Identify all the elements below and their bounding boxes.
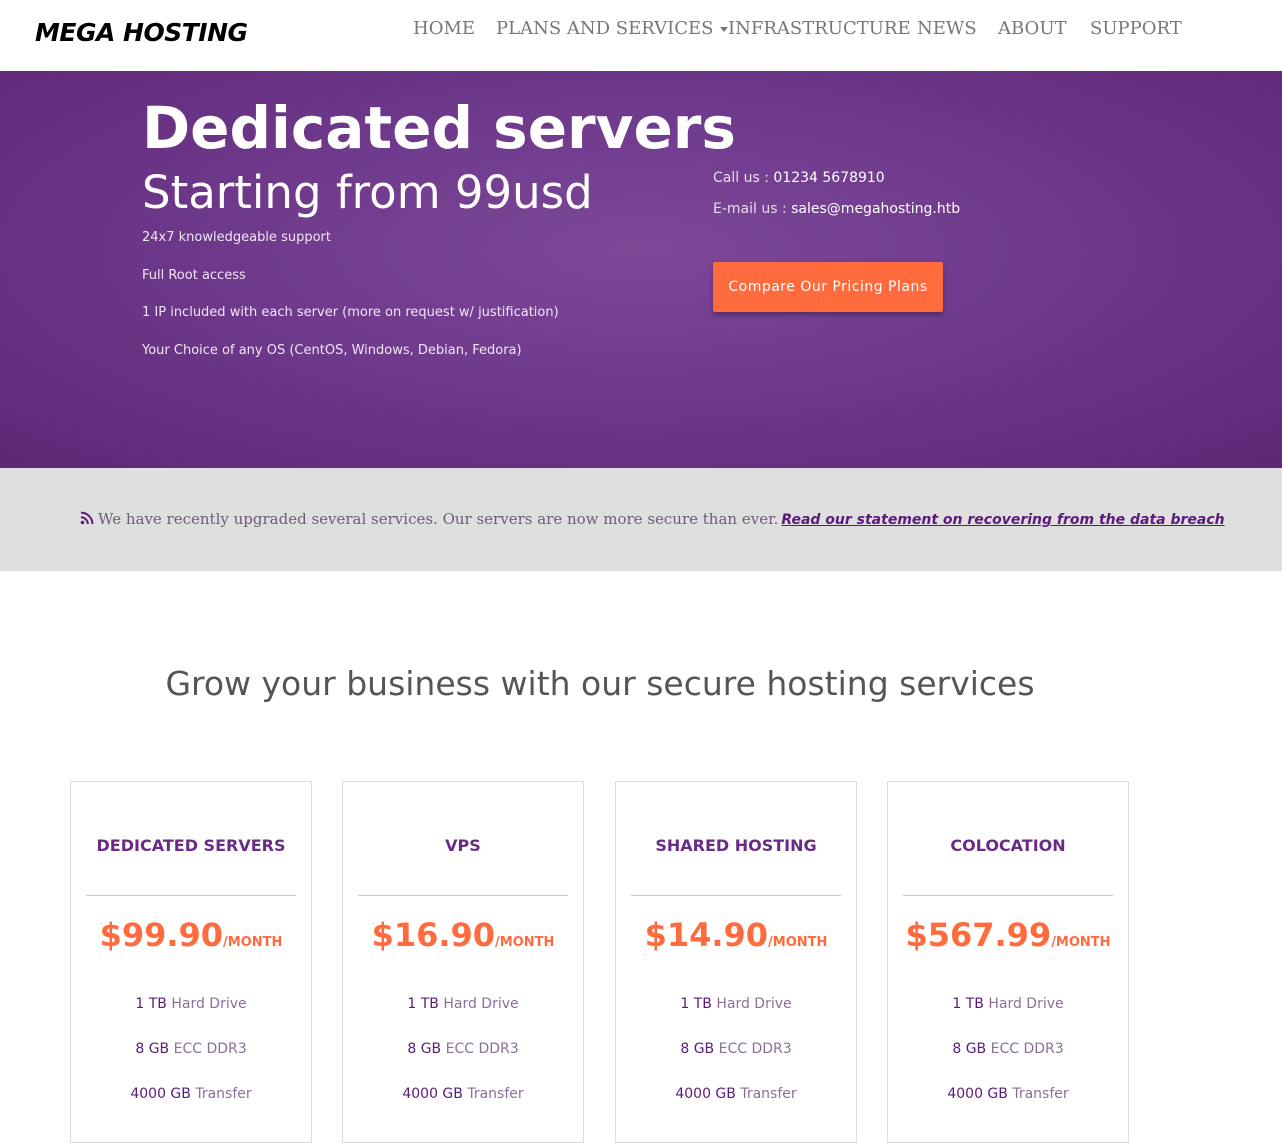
price-amount: $16.90 xyxy=(371,916,496,954)
spec-item: 8 GB ECC DDR3 xyxy=(616,1039,856,1084)
divider xyxy=(358,895,568,896)
data-breach-statement-link[interactable]: Read our statement on recovering from th… xyxy=(781,512,1224,528)
spec-value: 1 TB xyxy=(680,996,712,1012)
spec-value: 1 TB xyxy=(407,996,439,1012)
plan-spec-list: 1 TB Hard Drive 8 GB ECC DDR3 4000 GB Tr… xyxy=(71,994,311,1129)
spec-item: 1 TB Hard Drive xyxy=(343,994,583,1039)
spec-item: 4000 GB Transfer xyxy=(343,1084,583,1129)
spec-item: 8 GB ECC DDR3 xyxy=(888,1039,1128,1084)
spec-item: 4000 GB Transfer xyxy=(71,1084,311,1129)
phone-label: Call us : xyxy=(713,170,769,186)
navbar: MEGA HOSTING HOME PLANS AND SERVICES INF… xyxy=(0,0,1282,72)
divider xyxy=(86,895,296,896)
price-period: /MONTH xyxy=(1051,935,1111,950)
announcement-text: We have recently upgraded several servic… xyxy=(98,510,779,528)
hero-feature: Full Root access xyxy=(142,267,246,283)
spec-value: 8 GB xyxy=(680,1041,715,1057)
nav-home[interactable]: HOME xyxy=(413,18,475,39)
main-nav: HOME PLANS AND SERVICES INFRASTRUCTURE N… xyxy=(0,18,1282,42)
spec-label: ECC DDR3 xyxy=(718,1041,792,1057)
spec-value: 1 TB xyxy=(952,996,984,1012)
spec-item: 1 TB Hard Drive xyxy=(616,994,856,1039)
spec-label: ECC DDR3 xyxy=(990,1041,1064,1057)
compare-pricing-button[interactable]: Compare Our Pricing Plans xyxy=(713,262,943,312)
hero-title: Dedicated servers xyxy=(142,94,736,162)
spec-label: ECC DDR3 xyxy=(445,1041,519,1057)
section-title: Grow your business with our secure hosti… xyxy=(165,664,1035,703)
plan-name: DEDICATED SERVERS xyxy=(96,836,286,855)
plan-price: $99.90/MONTH xyxy=(71,916,311,954)
email-line: E-mail us : sales@megahosting.htb xyxy=(713,199,960,230)
divider xyxy=(631,895,841,896)
plan-spec-list: 1 TB Hard Drive 8 GB ECC DDR3 4000 GB Tr… xyxy=(343,994,583,1129)
spec-value: 4000 GB xyxy=(675,1086,736,1102)
hero-feature-list: 24x7 knowledgeable support Full Root acc… xyxy=(142,228,559,378)
price-period: /MONTH xyxy=(495,935,555,950)
spec-item: 8 GB ECC DDR3 xyxy=(71,1039,311,1084)
price-period: /MONTH xyxy=(223,935,283,950)
plan-price: $567.99/MONTH xyxy=(888,916,1128,954)
nav-news[interactable]: NEWS xyxy=(917,18,977,39)
spec-item: 4000 GB Transfer xyxy=(616,1084,856,1129)
plan-card-shared-hosting: SHARED HOSTING $14.90/MONTH 1 TB Hard Dr… xyxy=(615,781,857,1143)
nav-plans-label: PLANS AND SERVICES xyxy=(496,18,714,39)
spec-item: 1 TB Hard Drive xyxy=(71,994,311,1039)
plan-card-vps: VPS $16.90/MONTH 1 TB Hard Drive 8 GB EC… xyxy=(342,781,584,1143)
nav-about[interactable]: ABOUT xyxy=(998,18,1067,39)
spec-value: 4000 GB xyxy=(947,1086,1008,1102)
price-amount: $99.90 xyxy=(99,916,224,954)
price-amount: $14.90 xyxy=(644,916,769,954)
hero-feature: 24x7 knowledgeable support xyxy=(142,230,331,245)
spec-value: 8 GB xyxy=(407,1041,442,1057)
spec-label: Transfer xyxy=(195,1086,252,1102)
spec-value: 8 GB xyxy=(952,1041,987,1057)
phone-line: Call us : 01234 5678910 xyxy=(713,168,960,199)
announcement-bar: We have recently upgraded several servic… xyxy=(0,468,1282,571)
nav-infrastructure[interactable]: INFRASTRUCTURE xyxy=(728,18,911,39)
announcement-content: We have recently upgraded several servic… xyxy=(80,510,1225,528)
hero-feature: 1 IP included with each server (more on … xyxy=(142,305,559,320)
spec-item: 8 GB ECC DDR3 xyxy=(343,1039,583,1084)
hero-banner: Dedicated servers Starting from 99usd 24… xyxy=(0,71,1282,468)
spec-label: Transfer xyxy=(1012,1086,1069,1102)
spec-item: 4000 GB Transfer xyxy=(888,1084,1128,1129)
plan-name: COLOCATION xyxy=(950,836,1066,855)
plan-spec-list: 1 TB Hard Drive 8 GB ECC DDR3 4000 GB Tr… xyxy=(616,994,856,1129)
spec-label: Hard Drive xyxy=(171,996,247,1012)
divider xyxy=(903,895,1113,896)
spec-value: 8 GB xyxy=(135,1041,170,1057)
spec-label: Transfer xyxy=(740,1086,797,1102)
nav-support[interactable]: SUPPORT xyxy=(1090,18,1182,39)
plan-price: $16.90/MONTH xyxy=(343,916,583,954)
spec-value: 1 TB xyxy=(135,996,167,1012)
hero-subtitle: Starting from 99usd xyxy=(142,166,593,219)
spec-label: Transfer xyxy=(467,1086,524,1102)
plan-card-colocation: COLOCATION $567.99/MONTH 1 TB Hard Drive… xyxy=(887,781,1129,1143)
spec-label: Hard Drive xyxy=(443,996,519,1012)
plan-price: $14.90/MONTH xyxy=(616,916,856,954)
email-address[interactable]: sales@megahosting.htb xyxy=(791,201,960,217)
email-label: E-mail us : xyxy=(713,201,787,217)
spec-value: 4000 GB xyxy=(130,1086,191,1102)
phone-number: 01234 5678910 xyxy=(773,170,885,186)
price-amount: $567.99 xyxy=(905,916,1052,954)
nav-plans-and-services[interactable]: PLANS AND SERVICES xyxy=(496,18,728,39)
price-period: /MONTH xyxy=(768,935,828,950)
spec-label: Hard Drive xyxy=(988,996,1064,1012)
plan-card-dedicated-servers: DEDICATED SERVERS $99.90/MONTH 1 TB Hard… xyxy=(70,781,312,1143)
rss-icon xyxy=(80,511,94,525)
caret-down-icon xyxy=(719,26,728,32)
spec-label: ECC DDR3 xyxy=(173,1041,247,1057)
plan-spec-list: 1 TB Hard Drive 8 GB ECC DDR3 4000 GB Tr… xyxy=(888,994,1128,1129)
plan-name: SHARED HOSTING xyxy=(655,836,817,855)
spec-item: 1 TB Hard Drive xyxy=(888,994,1128,1039)
spec-value: 4000 GB xyxy=(402,1086,463,1102)
hero-feature: Your Choice of any OS (CentOS, Windows, … xyxy=(142,342,522,358)
spec-label: Hard Drive xyxy=(716,996,792,1012)
plan-name: VPS xyxy=(445,836,481,855)
contact-info: Call us : 01234 5678910 E-mail us : sale… xyxy=(713,168,960,230)
